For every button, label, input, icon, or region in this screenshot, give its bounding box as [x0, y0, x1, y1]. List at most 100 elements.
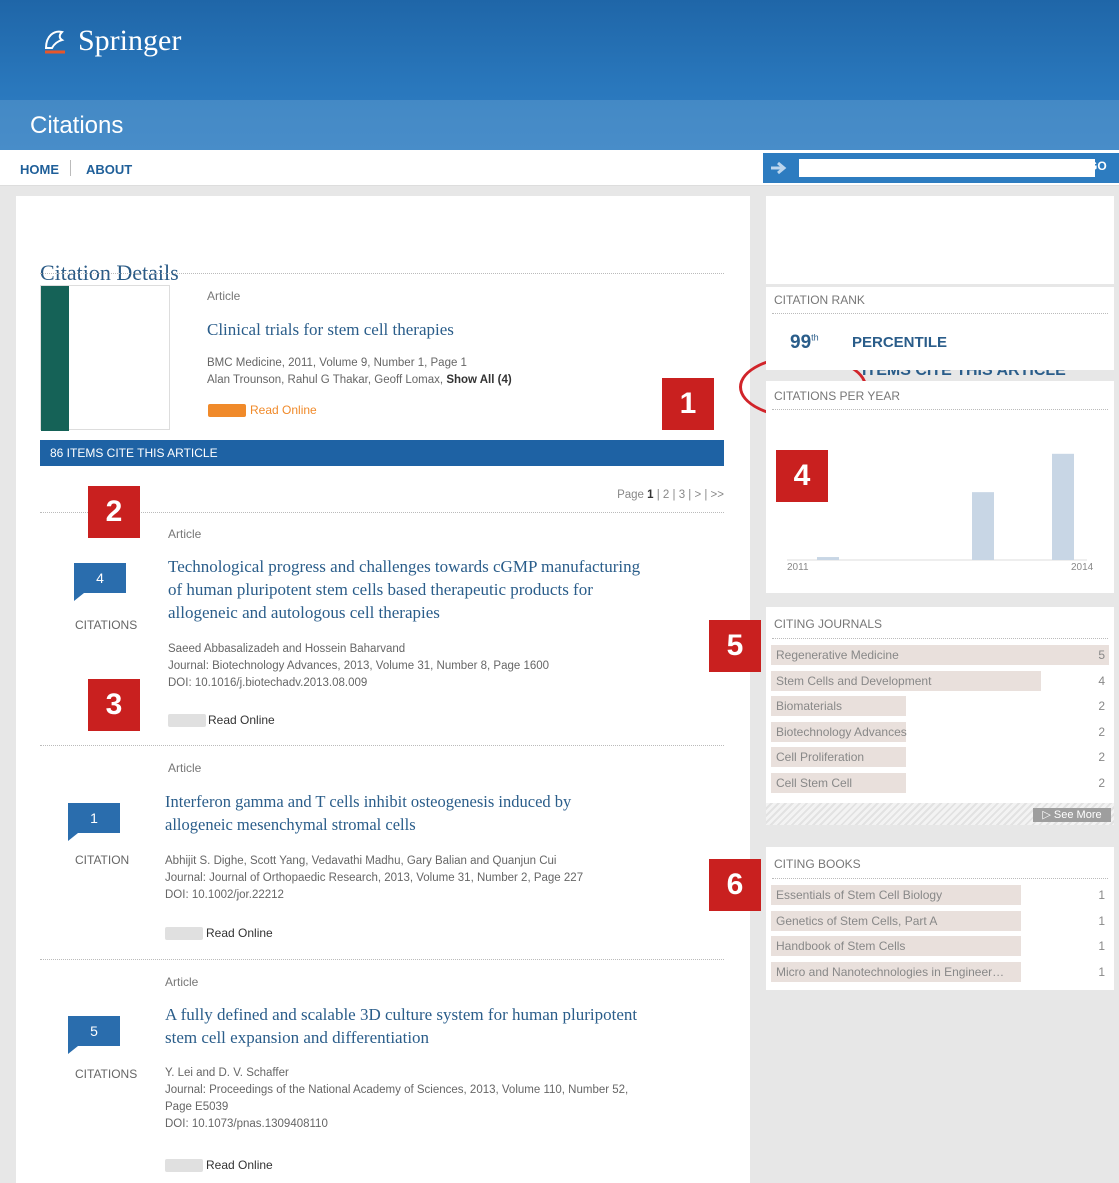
nav-about-link[interactable]: ABOUT: [86, 162, 132, 177]
cover-spine: [41, 286, 69, 431]
percentile-label: PERCENTILE: [852, 334, 948, 351]
row-count: 5: [1098, 648, 1105, 662]
citation-rank-heading: CITATION RANK: [774, 293, 865, 307]
items-cite-panel: [766, 196, 1114, 284]
bar-2011[interactable]: [817, 557, 839, 560]
title-line: Interferon gamma and T cells inhibit ost…: [165, 792, 572, 811]
citing-journal: Journal: Journal of Orthopaedic Research…: [165, 872, 584, 884]
citation-count-badge: 1: [68, 803, 120, 841]
citing-article-title[interactable]: Technological progress and challenges to…: [168, 555, 640, 624]
article-authors: Alan Trounson, Rahul G Thakar, Geoff Lom…: [207, 372, 512, 389]
row-name: Micro and Nanotechnologies in Engineer…: [776, 964, 1005, 979]
citing-article-meta: Abhijit S. Dighe, Scott Yang, Vedavathi …: [165, 853, 583, 904]
citation-count-badge: 5: [68, 1016, 120, 1054]
citing-journal-row[interactable]: Biotechnology Advances 2: [771, 721, 1111, 743]
citing-journal-row[interactable]: Cell Stem Cell 2: [771, 772, 1111, 794]
panel-divider: [772, 409, 1108, 410]
bar-2013[interactable]: [1052, 453, 1074, 560]
row-name: Biotechnology Advances: [776, 724, 907, 739]
row-count: 4: [1098, 673, 1105, 688]
read-online-icon[interactable]: [168, 714, 206, 727]
citing-journal: Page E5039: [165, 1101, 229, 1113]
row-count: 2: [1098, 699, 1105, 713]
read-online-icon[interactable]: [165, 1159, 203, 1172]
title-line: of human pluripotent stem cells based th…: [168, 580, 593, 599]
panel-divider: [772, 313, 1108, 314]
pager-links[interactable]: | 2 | 3 | > | >>: [657, 489, 724, 501]
citing-journal-row[interactable]: Stem Cells and Development 4: [771, 670, 1111, 692]
row-count: 2: [1098, 724, 1105, 739]
row-name: Cell Proliferation: [776, 750, 865, 764]
search-bar: [763, 153, 1119, 183]
citing-book-row[interactable]: Essentials of Stem Cell Biology 1: [771, 884, 1111, 906]
annotation-marker-6: 6: [709, 859, 761, 911]
search-go-button[interactable]: GO: [1088, 159, 1107, 173]
read-online-icon[interactable]: [165, 927, 203, 940]
read-online-icon[interactable]: [208, 404, 246, 417]
x-tick-label: 2014: [1071, 562, 1094, 573]
pager-divider: [40, 512, 724, 513]
arrow-right-icon: [771, 161, 787, 175]
citation-count-label: CITATIONS: [75, 618, 138, 632]
citing-authors: Abhijit S. Dighe, Scott Yang, Vedavathi …: [165, 855, 557, 867]
row-name: Biomaterials: [776, 699, 843, 713]
citing-journal-row[interactable]: Regenerative Medicine 5: [771, 644, 1111, 666]
citing-journals-heading: CITING JOURNALS: [774, 617, 883, 631]
article-title[interactable]: Clinical trials for stem cell therapies: [207, 318, 454, 341]
read-online-link[interactable]: Read Online: [208, 713, 275, 727]
springer-logo[interactable]: Springer: [42, 24, 181, 58]
row-name: Cell Stem Cell: [776, 775, 853, 790]
panel-divider: [772, 878, 1108, 879]
citing-doi: DOI: 10.1016/j.biotechadv.2013.08.009: [168, 677, 368, 689]
row-count: 2: [1098, 750, 1105, 764]
panel-divider: [772, 638, 1108, 639]
article-source: BMC Medicine, 2011, Volume 9, Number 1, …: [207, 357, 467, 369]
bar-2012[interactable]: [972, 492, 994, 560]
citing-journal-row[interactable]: Cell Proliferation 2: [771, 746, 1111, 768]
show-all-authors-link[interactable]: Show All (4): [446, 374, 511, 386]
row-count: 1: [1098, 964, 1105, 979]
row-count: 1: [1098, 913, 1105, 928]
nav-home-link[interactable]: HOME: [20, 162, 59, 177]
article-cover-thumbnail[interactable]: [40, 285, 170, 431]
citation-count-badge: 4: [74, 563, 126, 601]
citing-article-title[interactable]: Interferon gamma and T cells inhibit ost…: [165, 790, 571, 836]
title-line: allogeneic and autologous cell therapies: [168, 603, 440, 622]
percentile-value: 99th: [790, 332, 819, 354]
annotation-marker-4: 4: [776, 450, 828, 502]
citing-article-type: Article: [168, 761, 202, 775]
chart-svg: [787, 453, 1087, 561]
citing-article-title[interactable]: A fully defined and scalable 3D culture …: [165, 1003, 637, 1049]
row-name: Regenerative Medicine: [776, 648, 899, 662]
read-online-link[interactable]: Read Online: [206, 1158, 273, 1172]
citing-article-meta: Saeed Abbasalizadeh and Hossein Baharvan…: [168, 641, 549, 692]
row-count: 2: [1098, 775, 1105, 790]
citations-per-year-heading: CITATIONS PER YEAR: [774, 389, 901, 403]
citing-book-row[interactable]: Genetics of Stem Cells, Part A 1: [771, 910, 1111, 932]
article-author-list: Alan Trounson, Rahul G Thakar, Geoff Lom…: [207, 374, 444, 386]
item-divider: [40, 959, 724, 960]
row-count: 1: [1098, 888, 1105, 902]
citing-article-type: Article: [165, 975, 199, 989]
citing-article-meta: Y. Lei and D. V. Schaffer Journal: Proce…: [165, 1065, 628, 1133]
citation-count-label: CITATIONS: [75, 1067, 138, 1081]
citing-books-heading: CITING BOOKS: [774, 857, 861, 871]
search-input[interactable]: [799, 159, 1095, 177]
row-name: Genetics of Stem Cells, Part A: [776, 913, 938, 928]
citing-authors: Saeed Abbasalizadeh and Hossein Baharvan…: [168, 643, 406, 655]
citing-journal: Journal: Biotechnology Advances, 2013, V…: [168, 660, 550, 672]
citing-book-row[interactable]: Micro and Nanotechnologies in Engineer… 1: [771, 961, 1111, 983]
read-online-link[interactable]: Read Online: [206, 926, 273, 940]
nav-separator: [70, 160, 71, 176]
citing-book-row[interactable]: Handbook of Stem Cells 1: [771, 935, 1111, 957]
row-count: 1: [1098, 939, 1105, 953]
brand-name: Springer: [78, 24, 182, 57]
citing-journal-row[interactable]: Biomaterials 2: [771, 695, 1111, 717]
citation-count-label: CITATION: [75, 853, 130, 867]
pager-current-page[interactable]: 1: [647, 489, 653, 501]
row-name: Essentials of Stem Cell Biology: [776, 888, 943, 902]
read-online-link[interactable]: Read Online: [250, 403, 317, 417]
see-more-button[interactable]: ▷ See More: [1033, 808, 1111, 822]
citation-rank-panel: CITATION RANK: [766, 287, 1114, 370]
x-tick-label: 2011: [787, 562, 809, 573]
